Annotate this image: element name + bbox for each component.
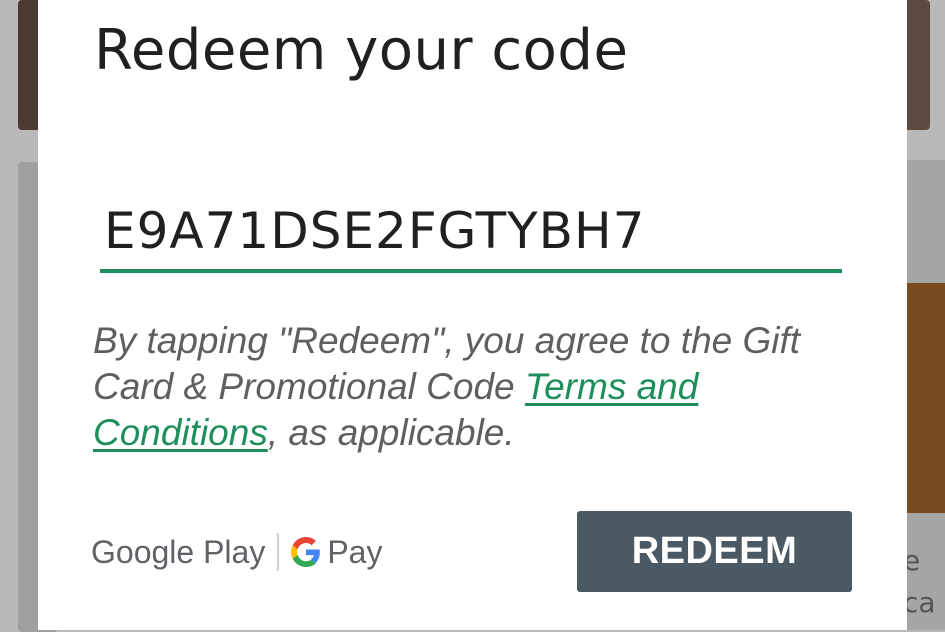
- brand-logos: Google Play Pay: [91, 527, 382, 577]
- pay-label: Pay: [327, 533, 383, 570]
- google-g-icon: [291, 537, 321, 567]
- redeem-button[interactable]: REDEEM: [577, 511, 852, 592]
- terms-text: By tapping "Redeem", you agree to the Gi…: [93, 318, 833, 456]
- google-pay-logo: Pay: [291, 534, 382, 571]
- code-input[interactable]: [100, 193, 842, 273]
- dialog-title: Redeem your code: [94, 18, 629, 83]
- google-play-logo: Google Play: [91, 533, 266, 570]
- redeem-dialog: Redeem your code By tapping "Redeem", yo…: [38, 0, 907, 630]
- background-card-image: [905, 283, 945, 513]
- terms-text-end: , as applicable.: [267, 412, 515, 453]
- brand-divider: [277, 533, 280, 571]
- background-card-text: e ca: [903, 544, 936, 619]
